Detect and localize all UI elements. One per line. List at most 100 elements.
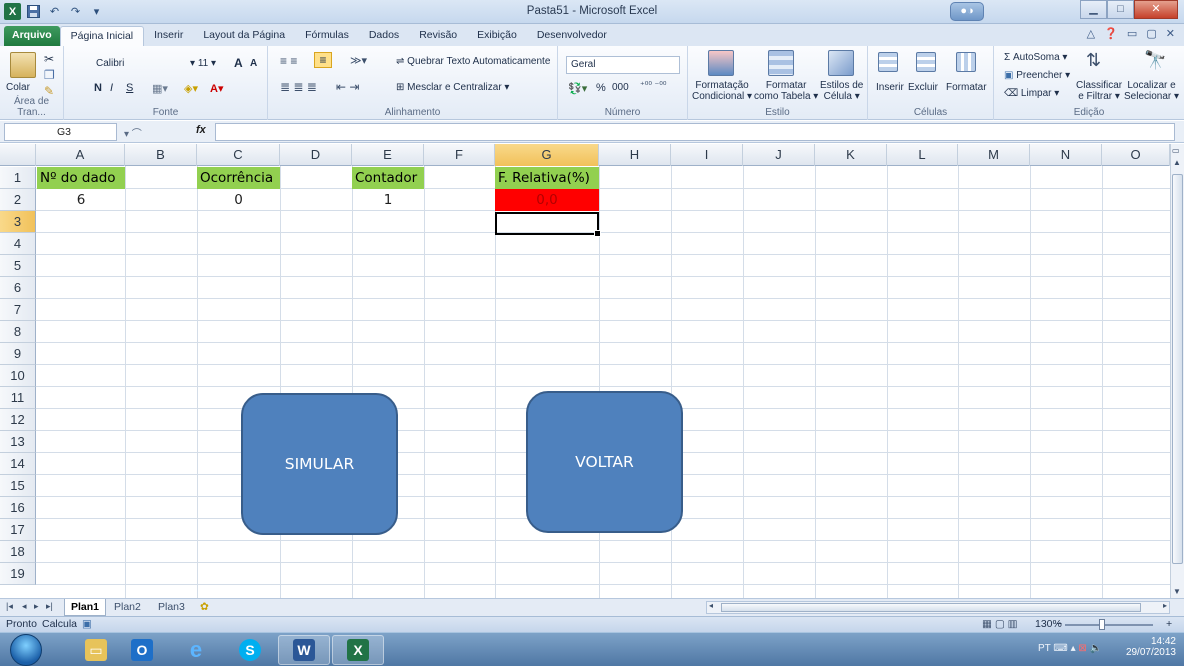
vertical-scrollbar[interactable]: ▭ ▲ ▼ (1170, 144, 1184, 598)
italic-button[interactable]: I (110, 82, 113, 94)
clock[interactable]: 14:42 29/07/2013 (1126, 636, 1176, 658)
borders-icon[interactable]: ▦▾ (152, 82, 168, 95)
indent-icon[interactable]: ⇤ ⇥ (336, 80, 359, 94)
cell-A2[interactable]: 6 (37, 189, 125, 211)
insert-cells-icon[interactable] (878, 52, 898, 72)
column-header-h[interactable]: H (599, 144, 671, 166)
scroll-up-icon[interactable]: ▲ (1173, 158, 1181, 167)
name-box-dropdown-icon[interactable]: ▾ ⌒ (124, 125, 142, 140)
format-table-icon[interactable] (768, 50, 794, 76)
volume-icon[interactable]: 🔈 (1090, 643, 1102, 654)
cell-styles-icon[interactable] (828, 50, 854, 76)
sheet-nav-first-icon[interactable]: |◂ (6, 601, 13, 612)
maximize-button[interactable]: □ (1107, 0, 1134, 19)
sheet-nav-last-icon[interactable]: ▸| (46, 601, 53, 612)
start-button[interactable] (10, 634, 42, 666)
sheet-tab-plan1[interactable]: Plan1 (64, 599, 107, 616)
horizontal-scrollbar[interactable]: ◂ ▸ (706, 601, 1170, 614)
row-header-6[interactable]: 6 (0, 277, 36, 299)
insert-cells-button[interactable]: Inserir (876, 82, 904, 93)
tab-view[interactable]: Exibição (467, 26, 527, 46)
fill-button[interactable]: ▣ Preencher ▾ (1004, 70, 1070, 81)
row-header-18[interactable]: 18 (0, 541, 36, 563)
clear-button[interactable]: ⌫ Limpar ▾ (1004, 88, 1059, 99)
copy-icon[interactable]: ❐ (44, 68, 55, 82)
column-header-j[interactable]: J (743, 144, 815, 166)
font-name-select[interactable]: Calibri (96, 58, 124, 69)
column-header-e[interactable]: E (352, 144, 424, 166)
tab-developer[interactable]: Desenvolvedor (527, 26, 617, 46)
column-header-a[interactable]: A (36, 144, 125, 166)
column-header-g[interactable]: G (495, 144, 599, 166)
minimize-button[interactable]: ▁ (1080, 0, 1107, 19)
cell-E2[interactable]: 1 (352, 189, 424, 211)
underline-button[interactable]: S (126, 82, 133, 94)
cell-G2[interactable]: 0,0 (495, 189, 599, 211)
autosum-button[interactable]: Σ AutoSoma ▾ (1004, 52, 1067, 63)
row-header-7[interactable]: 7 (0, 299, 36, 321)
column-header-k[interactable]: K (815, 144, 887, 166)
sort-filter-button[interactable]: Classificar e Filtrar ▾ (1076, 80, 1122, 102)
row-header-12[interactable]: 12 (0, 409, 36, 431)
cell-C2[interactable]: 0 (197, 189, 280, 211)
conditional-format-icon[interactable] (708, 50, 734, 76)
format-cells-icon[interactable] (956, 52, 976, 72)
zoom-out-button[interactable]: − (1056, 618, 1062, 630)
row-header-5[interactable]: 5 (0, 255, 36, 277)
ie-taskbar-button[interactable]: e (170, 635, 222, 665)
column-header-l[interactable]: L (887, 144, 958, 166)
conditional-format-button[interactable]: Formatação Condicional ▾ (692, 80, 752, 102)
name-box[interactable]: G3 (4, 123, 117, 141)
sort-filter-icon[interactable]: ⇅ (1086, 50, 1101, 71)
sheet-tab-plan2[interactable]: Plan2 (108, 599, 147, 616)
find-binoculars-icon[interactable]: 🔭 (1144, 50, 1166, 71)
number-format-select[interactable]: Geral (566, 56, 680, 74)
row-header-13[interactable]: 13 (0, 431, 36, 453)
bold-button[interactable]: N (94, 82, 102, 94)
format-table-button[interactable]: Formatar como Tabela ▾ (754, 80, 818, 102)
merge-center-button[interactable]: ⊞ Mesclar e Centralizar ▾ (396, 82, 509, 93)
row-header-9[interactable]: 9 (0, 343, 36, 365)
tab-home[interactable]: Página Inicial (59, 26, 145, 46)
delete-cells-button[interactable]: Excluir (908, 82, 938, 93)
percent-button[interactable]: % (596, 82, 606, 94)
row-header-3[interactable]: 3 (0, 211, 36, 233)
grow-font-button[interactable]: A (234, 56, 243, 70)
column-header-m[interactable]: M (958, 144, 1030, 166)
macro-record-icon[interactable]: ▣ (82, 618, 92, 630)
delete-cells-icon[interactable] (916, 52, 936, 72)
simulate-button[interactable]: SIMULAR (241, 393, 398, 535)
back-button[interactable]: VOLTAR (526, 391, 683, 533)
currency-icon[interactable]: 💱▾ (568, 82, 587, 95)
column-header-f[interactable]: F (424, 144, 495, 166)
column-header-b[interactable]: B (125, 144, 197, 166)
outlook-taskbar-button[interactable]: O (116, 635, 168, 665)
zoom-slider[interactable] (1065, 624, 1153, 626)
tab-formulas[interactable]: Fórmulas (295, 26, 359, 46)
cell-E1[interactable]: Contador (352, 167, 424, 189)
tab-insert[interactable]: Inserir (144, 26, 193, 46)
cell-G1[interactable]: F. Relativa(%) (495, 167, 599, 189)
insert-sheet-icon[interactable]: ✿ (194, 599, 215, 616)
fill-color-icon[interactable]: ◈▾ (184, 82, 198, 95)
horizontal-scroll-thumb[interactable] (721, 603, 1141, 612)
tab-data[interactable]: Dados (359, 26, 409, 46)
language-indicator[interactable]: PT (1038, 643, 1051, 654)
shrink-font-button[interactable]: A (250, 58, 257, 69)
formula-input[interactable] (215, 123, 1175, 141)
active-cell-G3[interactable] (495, 212, 601, 237)
cell-A1[interactable]: Nº do dado (37, 167, 125, 189)
tab-file[interactable]: Arquivo (4, 26, 60, 46)
column-header-n[interactable]: N (1030, 144, 1102, 166)
sheet-tab-plan3[interactable]: Plan3 (152, 599, 191, 616)
row-header-14[interactable]: 14 (0, 453, 36, 475)
explorer-taskbar-button[interactable]: ▭ (70, 635, 122, 665)
tab-page-layout[interactable]: Layout da Página (193, 26, 295, 46)
row-header-1[interactable]: 1 (0, 167, 36, 189)
column-header-d[interactable]: D (280, 144, 352, 166)
zoom-in-button[interactable]: + (1166, 618, 1172, 630)
sheet-nav-prev-icon[interactable]: ◂ (22, 601, 27, 612)
column-header-o[interactable]: O (1102, 144, 1170, 166)
paste-button[interactable]: Colar (6, 82, 30, 93)
tab-review[interactable]: Revisão (409, 26, 467, 46)
